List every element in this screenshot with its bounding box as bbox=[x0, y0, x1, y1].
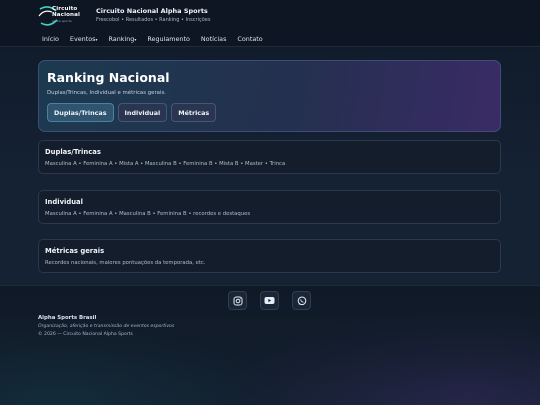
social-links bbox=[228, 291, 311, 310]
page-description: Duplas/Trincas, Individual e métricas ge… bbox=[47, 90, 167, 96]
footer-tagline: Organização, aferição e transmissão de e… bbox=[38, 324, 175, 329]
footer-brand: Alpha Sports Brasil bbox=[38, 315, 97, 321]
chevron-down-icon: ▾ bbox=[134, 37, 137, 42]
card-duplas-trincas[interactable]: Duplas/Trincas Masculina A • Feminina A … bbox=[38, 140, 501, 174]
page-title: Ranking Nacional bbox=[47, 70, 170, 85]
card-individual[interactable]: Individual Masculina A • Feminina A • Ma… bbox=[38, 190, 501, 224]
card-title: Duplas/Trincas bbox=[45, 148, 101, 156]
logo-tagline: alpha sports bbox=[52, 19, 72, 23]
tab-duplas-trincas[interactable]: Duplas/Trincas bbox=[47, 103, 114, 122]
nav-item-ranking[interactable]: Ranking▾ bbox=[109, 35, 137, 43]
card-metricas-gerais[interactable]: Métricas gerais Recordes nacionais, maio… bbox=[38, 239, 501, 273]
instagram-icon[interactable] bbox=[228, 291, 247, 310]
card-title: Individual bbox=[45, 198, 83, 206]
card-description: Masculina A • Feminina A • Masculina B •… bbox=[45, 211, 251, 217]
tab-metricas[interactable]: Métricas bbox=[171, 103, 217, 122]
nav-item-inicio[interactable]: Início bbox=[42, 35, 59, 43]
ranking-tabs: Duplas/Trincas Individual Métricas bbox=[47, 103, 217, 122]
nav-item-regulamento[interactable]: Regulamento bbox=[147, 35, 190, 43]
footer-copyright: © 2026 — Circuito Nacional Alpha Sports bbox=[38, 332, 133, 337]
site-header: Circuito Nacional alpha sports Circuito … bbox=[0, 0, 540, 47]
site-footer: Alpha Sports Brasil Organização, aferiçã… bbox=[0, 285, 540, 405]
site-title: Circuito Nacional Alpha Sports bbox=[96, 7, 208, 15]
nav-item-contato[interactable]: Contato bbox=[237, 35, 262, 43]
ranking-hero-panel: Ranking Nacional Duplas/Trincas, Individ… bbox=[38, 60, 501, 132]
nav-item-noticias[interactable]: Notícias bbox=[201, 35, 227, 43]
site-subtitle: Frescobol • Resultados • Ranking • Inscr… bbox=[96, 17, 211, 23]
main-nav: Início Eventos▾ Ranking▾ Regulamento Not… bbox=[42, 35, 274, 43]
card-description: Recordes nacionais, maiores pontuações d… bbox=[45, 260, 206, 266]
brand-info: Circuito Nacional Alpha Sports Frescobol… bbox=[96, 7, 210, 23]
card-title: Métricas gerais bbox=[45, 247, 105, 255]
circuito-nacional-logo[interactable]: Circuito Nacional alpha sports bbox=[38, 5, 90, 27]
card-description: Masculina A • Feminina A • Mista A • Mas… bbox=[45, 161, 286, 167]
tab-individual[interactable]: Individual bbox=[117, 103, 168, 122]
brand[interactable]: Circuito Nacional alpha sports Circuito … bbox=[38, 5, 210, 27]
youtube-icon[interactable] bbox=[260, 291, 279, 310]
chevron-down-icon: ▾ bbox=[95, 37, 98, 42]
nav-item-eventos[interactable]: Eventos▾ bbox=[70, 35, 98, 43]
whatsapp-icon[interactable] bbox=[292, 291, 311, 310]
